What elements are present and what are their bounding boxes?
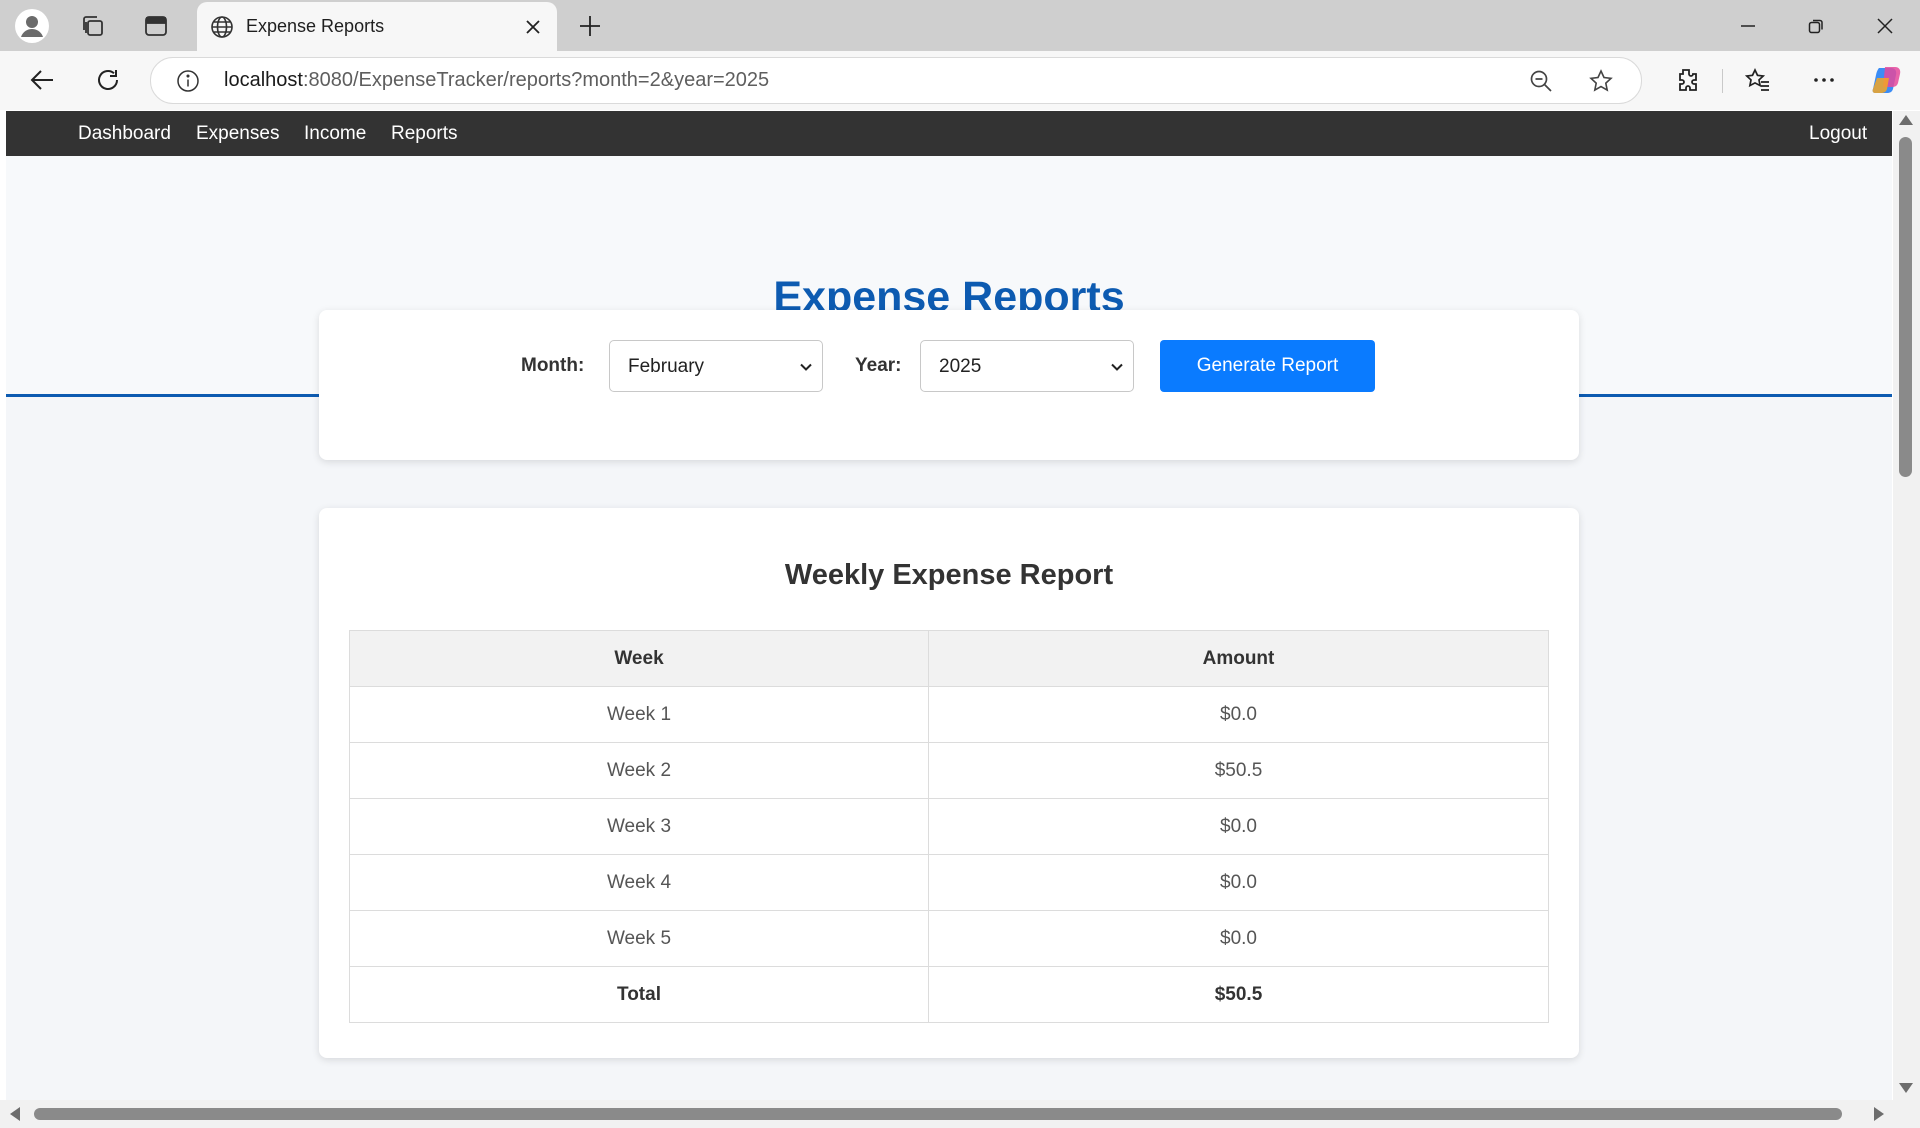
- horizontal-scroll-thumb[interactable]: [34, 1108, 1842, 1120]
- table-header-row: Week Amount: [349, 630, 1549, 687]
- week-cell: Week 5: [349, 910, 929, 967]
- year-label: Year:: [855, 355, 902, 376]
- scroll-right-arrow-icon[interactable]: [1874, 1107, 1884, 1121]
- weekly-report-card: Weekly Expense Report Week Amount Week 1…: [319, 508, 1579, 1058]
- favorites-icon[interactable]: [1737, 59, 1779, 101]
- copilot-icon[interactable]: [1866, 59, 1908, 101]
- weekly-expense-table: Week Amount Week 1 $0.0 Week 2 $50.5 Wee…: [349, 630, 1549, 1023]
- vertical-scrollbar[interactable]: [1893, 111, 1920, 1103]
- zoom-out-icon[interactable]: [1527, 67, 1555, 95]
- more-icon[interactable]: [1803, 59, 1845, 101]
- week-cell: Week 2: [349, 742, 929, 799]
- url-host: localhost: [224, 69, 303, 91]
- url-text[interactable]: localhost:8080/ExpenseTracker/reports?mo…: [224, 69, 769, 92]
- chevron-down-icon: [1107, 357, 1127, 377]
- report-title: Weekly Expense Report: [784, 559, 1114, 591]
- back-icon[interactable]: [21, 59, 63, 101]
- table-row: Week 1 $0.0: [349, 686, 1549, 743]
- week-cell: Week 1: [349, 686, 929, 743]
- page-viewport: Dashboard Expenses Income Reports Logout…: [6, 111, 1892, 1103]
- amount-cell: $0.0: [928, 686, 1549, 743]
- year-select-value: 2025: [939, 356, 982, 377]
- scroll-left-arrow-icon[interactable]: [10, 1107, 20, 1121]
- month-label: Month:: [521, 355, 585, 376]
- favorite-star-icon[interactable]: [1587, 67, 1615, 95]
- month-select[interactable]: February: [609, 340, 823, 392]
- address-bar[interactable]: localhost:8080/ExpenseTracker/reports?mo…: [150, 57, 1642, 104]
- month-select-value: February: [628, 356, 705, 377]
- close-icon[interactable]: [519, 13, 547, 41]
- nav-link-dashboard[interactable]: Dashboard: [78, 123, 171, 145]
- table-total-row: Total $50.5: [349, 966, 1549, 1023]
- browser-toolbar: localhost:8080/ExpenseTracker/reports?mo…: [0, 51, 1920, 110]
- column-header-week: Week: [349, 630, 929, 687]
- vertical-tabs-icon[interactable]: [137, 7, 175, 45]
- generate-report-button[interactable]: Generate Report: [1160, 340, 1375, 392]
- logout-link[interactable]: Logout: [1809, 123, 1867, 145]
- total-amount-cell: $50.5: [928, 966, 1549, 1023]
- nav-link-reports[interactable]: Reports: [391, 123, 458, 145]
- year-select[interactable]: 2025: [920, 340, 1134, 392]
- vertical-scroll-thumb[interactable]: [1899, 137, 1912, 477]
- close-window-icon[interactable]: [1855, 4, 1915, 48]
- toolbar-divider: [1722, 69, 1723, 93]
- table-row: Week 4 $0.0: [349, 854, 1549, 911]
- tab-title: Expense Reports: [246, 16, 385, 36]
- refresh-icon[interactable]: [87, 59, 129, 101]
- new-tab-icon[interactable]: [572, 8, 608, 44]
- chevron-down-icon: [796, 357, 816, 377]
- report-filter-card: Month: February Year: 2025 Generate Repo…: [319, 310, 1579, 460]
- week-cell: Week 4: [349, 854, 929, 911]
- top-navbar: Dashboard Expenses Income Reports Logout: [6, 111, 1892, 156]
- table-row: Week 2 $50.5: [349, 742, 1549, 799]
- amount-cell: $0.0: [928, 854, 1549, 911]
- column-header-amount: Amount: [928, 630, 1549, 687]
- nav-link-income[interactable]: Income: [304, 123, 366, 145]
- amount-cell: $0.0: [928, 910, 1549, 967]
- browser-tab-active[interactable]: Expense Reports: [197, 2, 557, 51]
- profile-icon[interactable]: [13, 7, 51, 45]
- table-row: Week 5 $0.0: [349, 910, 1549, 967]
- table-row: Week 3 $0.0: [349, 798, 1549, 855]
- globe-icon: [207, 12, 237, 42]
- extensions-icon[interactable]: [1665, 59, 1707, 101]
- url-path: :8080/ExpenseTracker/reports?month=2&yea…: [302, 69, 770, 91]
- minimize-icon[interactable]: [1718, 4, 1778, 48]
- browser-tab-strip: Expense Reports: [0, 0, 1920, 51]
- amount-cell: $50.5: [928, 742, 1549, 799]
- week-cell: Week 3: [349, 798, 929, 855]
- workspaces-icon[interactable]: [74, 7, 112, 45]
- horizontal-scrollbar[interactable]: [0, 1100, 1920, 1128]
- info-icon[interactable]: [175, 68, 201, 94]
- scroll-down-arrow-icon[interactable]: [1899, 1083, 1913, 1093]
- total-label-cell: Total: [349, 966, 929, 1023]
- nav-link-expenses[interactable]: Expenses: [196, 123, 279, 145]
- restore-icon[interactable]: [1786, 4, 1846, 48]
- scroll-up-arrow-icon[interactable]: [1899, 115, 1913, 125]
- amount-cell: $0.0: [928, 798, 1549, 855]
